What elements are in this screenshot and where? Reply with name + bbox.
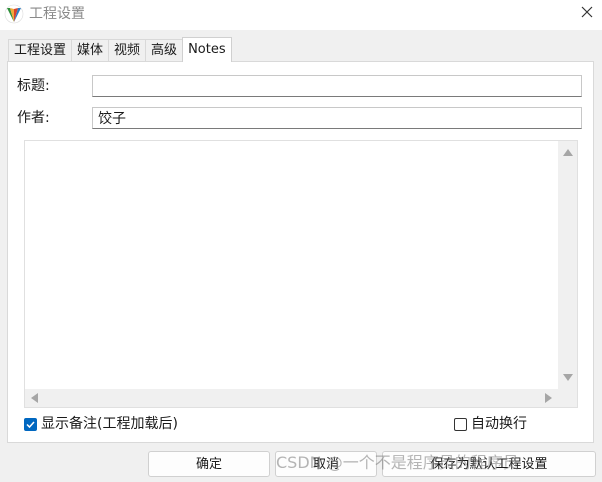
tab-notes[interactable]: Notes (182, 37, 232, 62)
word-wrap-checkbox[interactable] (454, 417, 467, 431)
word-wrap-label: 自动换行 (471, 416, 527, 432)
save-default-button[interactable]: 保存为默认工程设置 (382, 451, 596, 477)
notes-editor (24, 140, 578, 408)
scroll-up-icon[interactable] (563, 149, 573, 156)
tab-bar: 工程设置 媒体 视频 高级 Notes (8, 37, 232, 62)
show-notes-label: 显示备注(工程加载后) (41, 416, 178, 432)
title-input[interactable] (92, 75, 582, 97)
ok-button[interactable]: 确定 (148, 451, 270, 477)
tab-advanced[interactable]: 高级 (145, 39, 184, 61)
vertical-scrollbar[interactable] (558, 141, 577, 389)
horizontal-scrollbar[interactable] (25, 389, 559, 407)
scroll-right-icon[interactable] (545, 393, 552, 403)
title-bar: 工程设置 (0, 0, 602, 30)
tab-media[interactable]: 媒体 (71, 39, 110, 61)
tab-project-settings[interactable]: 工程设置 (8, 39, 73, 61)
show-notes-checkbox-row[interactable]: 显示备注(工程加载后) (24, 415, 178, 433)
close-icon (581, 6, 593, 22)
scroll-down-icon[interactable] (563, 374, 573, 381)
scroll-left-icon[interactable] (31, 393, 38, 403)
word-wrap-checkbox-row[interactable]: 自动换行 (454, 415, 527, 433)
scrollbar-corner (558, 389, 577, 407)
close-button[interactable] (572, 0, 602, 28)
author-input[interactable] (92, 107, 582, 129)
show-notes-checkbox[interactable] (24, 417, 37, 431)
title-label: 标题: (17, 78, 50, 94)
notes-textarea[interactable] (25, 141, 559, 389)
reaper-logo-icon (4, 4, 24, 24)
window-title: 工程设置 (29, 6, 85, 22)
cancel-button[interactable]: 取消 (275, 451, 377, 477)
notes-panel: 标题: 作者: 显示备注(工程加载后) (7, 61, 594, 443)
tab-video[interactable]: 视频 (108, 39, 147, 61)
author-label: 作者: (17, 110, 50, 126)
checkmark-icon (26, 420, 35, 428)
project-settings-window: 工程设置 工程设置 媒体 视频 高级 Notes 标题: 作者: 饺子 显示备注… (0, 0, 602, 482)
